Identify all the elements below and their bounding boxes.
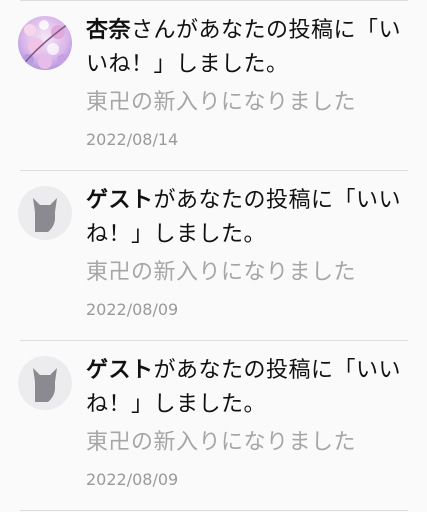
notification-content: ゲストがあなたの投稿に「いいね！」しました。 東卍の新入りになりました 2022… bbox=[86, 184, 419, 321]
notification-date: 2022/08/09 bbox=[86, 300, 179, 319]
post-title: 東卍の新入りになりました bbox=[86, 90, 357, 115]
post-title: 東卍の新入りになりました bbox=[86, 260, 357, 285]
photo-avatar-icon[interactable] bbox=[18, 16, 72, 70]
notification-date: 2022/08/09 bbox=[86, 470, 179, 489]
notification-content: ゲストがあなたの投稿に「いいね！」しました。 東卍の新入りになりました 2022… bbox=[86, 354, 419, 491]
notification-date: 2022/08/14 bbox=[86, 130, 179, 149]
notification-message: ゲストがあなたの投稿に「いいね！」しました。 bbox=[86, 354, 419, 422]
action-text: さんがあなたの投稿に「いいね！」しました。 bbox=[86, 18, 402, 77]
notification-list: 杏奈さんがあなたの投稿に「いいね！」しました。 東卍の新入りになりました 202… bbox=[0, 0, 427, 512]
user-name: 杏奈 bbox=[86, 18, 132, 43]
notification-content: 杏奈さんがあなたの投稿に「いいね！」しました。 東卍の新入りになりました 202… bbox=[86, 14, 419, 151]
notification-message: 杏奈さんがあなたの投稿に「いいね！」しました。 bbox=[86, 14, 419, 82]
user-name: ゲスト bbox=[86, 358, 154, 383]
notification-item[interactable]: 杏奈さんがあなたの投稿に「いいね！」しました。 東卍の新入りになりました 202… bbox=[0, 0, 427, 170]
post-title: 東卍の新入りになりました bbox=[86, 430, 357, 455]
notification-item[interactable]: ゲストがあなたの投稿に「いいね！」しました。 東卍の新入りになりました 2022… bbox=[0, 340, 427, 510]
user-name: ゲスト bbox=[86, 188, 154, 213]
notification-message: ゲストがあなたの投稿に「いいね！」しました。 bbox=[86, 184, 419, 252]
divider bbox=[20, 510, 408, 511]
cat-silhouette-icon[interactable] bbox=[18, 356, 72, 410]
cat-silhouette-icon[interactable] bbox=[18, 186, 72, 240]
notification-item[interactable]: ゲストがあなたの投稿に「いいね！」しました。 東卍の新入りになりました 2022… bbox=[0, 170, 427, 340]
